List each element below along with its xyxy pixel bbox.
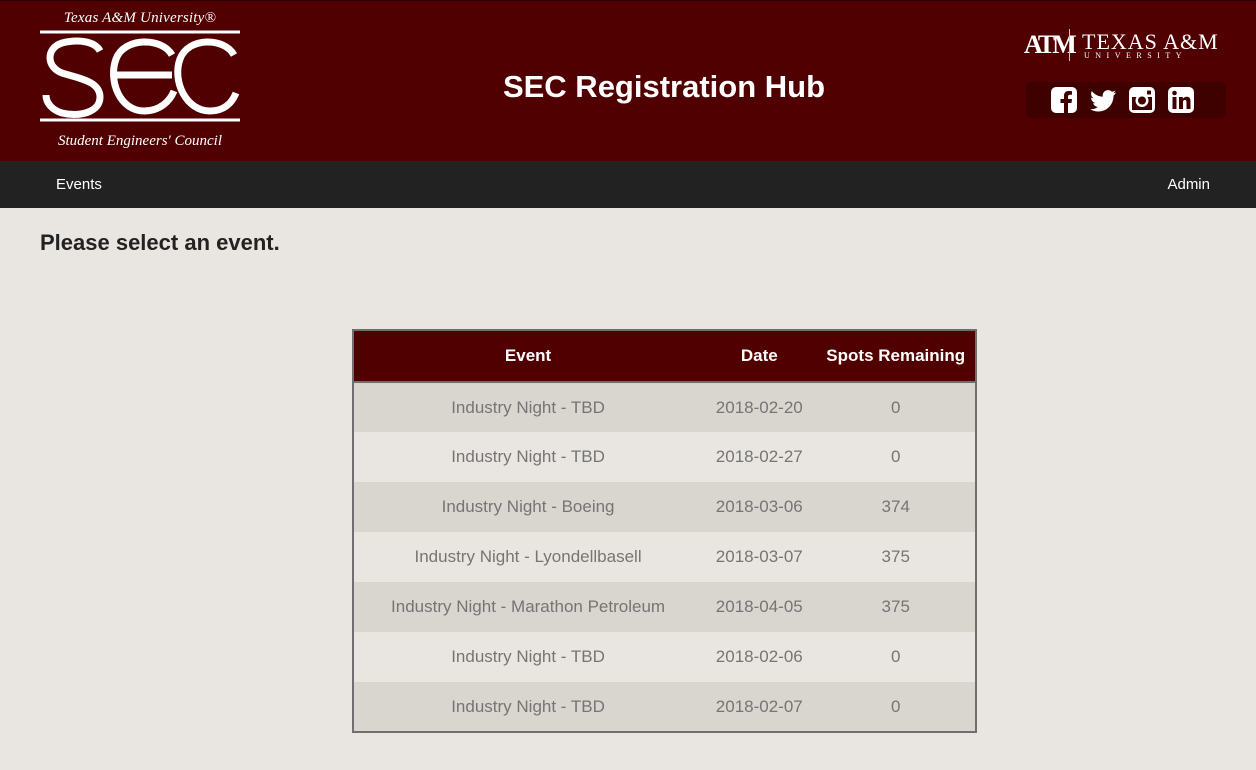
event-name-cell: Industry Night - TBD (353, 632, 703, 682)
table-row[interactable]: Industry Night - TBD 2018-02-20 0 (353, 382, 976, 432)
spots-remaining-cell: 0 (816, 632, 976, 682)
twitter-icon[interactable] (1089, 86, 1117, 114)
spots-remaining-cell: 374 (816, 482, 976, 532)
table-row[interactable]: Industry Night - TBD 2018-02-27 0 (353, 432, 976, 482)
logo-council-text: Student Engineers' Council (57, 133, 223, 149)
spots-remaining-cell: 0 (816, 432, 976, 482)
event-name-cell: Industry Night - Marathon Petroleum (353, 582, 703, 632)
sec-monogram-icon (40, 30, 240, 122)
brand-divider (1069, 29, 1070, 61)
tamu-wordmark[interactable]: ATM TEXAS A&M UNIVERSITY (1024, 29, 1228, 63)
main-navbar: Events Admin (0, 161, 1256, 208)
table-row[interactable]: Industry Night - TBD 2018-02-06 0 (353, 632, 976, 682)
instagram-icon[interactable] (1128, 86, 1156, 114)
event-name-cell: Industry Night - Boeing (353, 482, 703, 532)
spots-remaining-cell: 375 (816, 582, 976, 632)
header-event: Event (353, 330, 703, 383)
site-header: Texas A&M University® Student Engineers'… (0, 0, 1256, 161)
spots-remaining-cell: 0 (816, 382, 976, 432)
event-date-cell: 2018-02-06 (702, 632, 817, 682)
event-date-cell: 2018-02-27 (702, 432, 817, 482)
header-spots-remaining: Spots Remaining (816, 330, 976, 383)
atm-logo-icon: ATM (1024, 30, 1077, 59)
logo-university-text: Texas A&M University® (63, 10, 217, 26)
spots-remaining-cell: 375 (816, 532, 976, 582)
select-event-heading: Please select an event. (40, 230, 280, 255)
event-name-cell: Industry Night - TBD (353, 682, 703, 732)
brand-sub: UNIVERSITY (1084, 51, 1187, 60)
header-date: Date (702, 330, 817, 383)
events-table: Event Date Spots Remaining Industry Nigh… (352, 329, 977, 733)
nav-events-link[interactable]: Events (56, 176, 102, 193)
table-row[interactable]: Industry Night - Boeing 2018-03-06 374 (353, 482, 976, 532)
event-date-cell: 2018-02-20 (702, 382, 817, 432)
event-name-cell: Industry Night - TBD (353, 432, 703, 482)
event-date-cell: 2018-04-05 (702, 582, 817, 632)
event-date-cell: 2018-02-07 (702, 682, 817, 732)
spots-remaining-cell: 0 (816, 682, 976, 732)
social-links (1026, 82, 1226, 118)
table-header-row: Event Date Spots Remaining (353, 330, 976, 383)
sec-logo[interactable]: Texas A&M University® Student Engineers'… (40, 10, 240, 152)
table-row[interactable]: Industry Night - TBD 2018-02-07 0 (353, 682, 976, 732)
event-name-cell: Industry Night - Lyondellbasell (353, 532, 703, 582)
nav-admin-link[interactable]: Admin (1167, 176, 1210, 193)
table-row[interactable]: Industry Night - Lyondellbasell 2018-03-… (353, 532, 976, 582)
page-title: SEC Registration Hub (502, 69, 826, 104)
linkedin-icon[interactable] (1167, 86, 1195, 114)
event-name-cell: Industry Night - TBD (353, 382, 703, 432)
event-date-cell: 2018-03-06 (702, 482, 817, 532)
facebook-icon[interactable] (1050, 86, 1078, 114)
event-date-cell: 2018-03-07 (702, 532, 817, 582)
table-row[interactable]: Industry Night - Marathon Petroleum 2018… (353, 582, 976, 632)
